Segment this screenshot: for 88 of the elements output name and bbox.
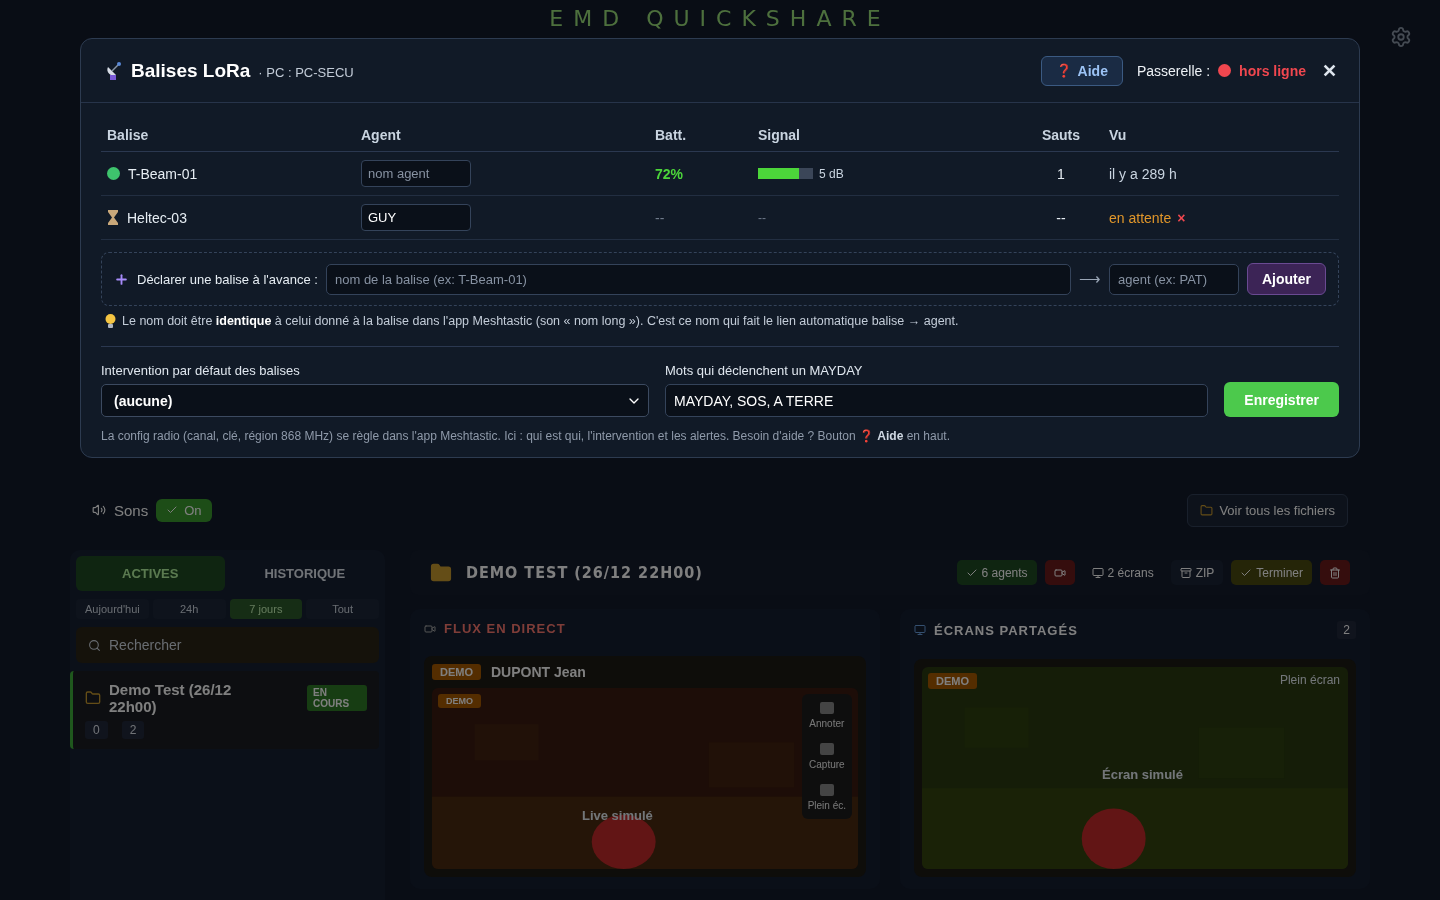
search-icon xyxy=(88,638,101,652)
video-tool[interactable]: Capture xyxy=(805,743,848,770)
session-card[interactable]: Demo Test (26/12 22h00) EN COURS 0 2 xyxy=(70,671,379,749)
session-stat: 2 xyxy=(121,721,145,739)
demo-badge: DEMO xyxy=(928,673,977,689)
check-icon xyxy=(166,504,179,516)
satellite-dish-icon xyxy=(105,60,123,81)
files-button[interactable]: Voir tous les fichiers xyxy=(1187,493,1348,527)
fullscreen-button[interactable]: Plein écran xyxy=(1279,673,1340,687)
last-seen: il y a 289 h xyxy=(1109,165,1177,182)
agent-name: DUPONT Jean xyxy=(491,664,586,680)
column-header: Signal xyxy=(752,117,1019,152)
column-header: Agent xyxy=(355,117,649,152)
session-action[interactable] xyxy=(1320,560,1350,585)
field-label: Intervention par défaut des balises xyxy=(101,363,301,378)
agent-field[interactable]: GUY xyxy=(361,204,471,231)
plus-icon xyxy=(114,271,129,287)
video-tool[interactable]: Annoter xyxy=(805,702,848,729)
hops-value: -- xyxy=(1056,209,1066,226)
column-header: Vu xyxy=(1103,117,1339,152)
demo-badge: DEMO xyxy=(432,664,481,680)
app-title: EMD QUICKSHARE xyxy=(549,6,891,33)
last-seen: en attente xyxy=(1109,209,1172,226)
signal-reading: 5 dB xyxy=(819,166,844,181)
folder-icon xyxy=(1200,503,1214,517)
field-label: Mots qui déclenchent un MAYDAY xyxy=(665,363,864,378)
demo-badge: DEMO xyxy=(438,694,481,708)
box-icon xyxy=(1179,566,1192,579)
session-action[interactable]: 6 agents xyxy=(956,560,1037,585)
session-action[interactable]: ZIP xyxy=(1170,560,1224,585)
settings-icon[interactable] xyxy=(1390,26,1412,48)
session-action[interactable]: Terminer xyxy=(1231,560,1312,585)
panel-title: FLUX EN DIRECT xyxy=(444,621,566,636)
column-header: Batt. xyxy=(649,117,752,152)
close-button[interactable]: ✕ xyxy=(1314,59,1337,82)
agent-field[interactable]: agent (ex: PAT) xyxy=(1109,263,1239,295)
intervention-select[interactable]: (aucune) xyxy=(101,384,649,417)
session-stat: 0 xyxy=(85,721,108,739)
camera-icon xyxy=(1053,566,1066,579)
battery-value: -- xyxy=(655,209,665,226)
sound-toggle[interactable]: On xyxy=(156,498,212,522)
session-action[interactable] xyxy=(1044,560,1075,585)
status-badge: EN COURS xyxy=(307,685,367,711)
lightbulb-icon xyxy=(105,314,116,328)
arrow-text: ⟶ xyxy=(1079,270,1101,288)
dialog-title: Balises LoRa xyxy=(131,59,251,82)
session-action[interactable]: 2 écrans xyxy=(1082,560,1163,585)
trash-icon xyxy=(1329,566,1341,579)
mayday-words-field[interactable]: MAYDAY, SOS, A TERRE xyxy=(665,384,1209,417)
video-caption: Live simulé xyxy=(582,808,653,823)
gateway-label: Passerelle : xyxy=(1136,62,1211,79)
add-button[interactable]: Ajouter xyxy=(1247,263,1326,295)
beacon-name-field[interactable]: nom de la balise (ex: T-Beam-01) xyxy=(326,263,1071,295)
battery-value: 72% xyxy=(655,165,684,182)
screen-caption: Écran simulé xyxy=(1102,767,1183,782)
folder-icon xyxy=(85,690,101,706)
signal-reading: -- xyxy=(758,210,766,225)
speaker-icon xyxy=(92,503,106,517)
dialog-subtitle: · PC : PC-SECU xyxy=(258,65,354,80)
beacon-name: T-Beam-01 xyxy=(128,165,198,182)
signal-meter xyxy=(758,168,813,179)
hops-value: 1 xyxy=(1057,165,1065,182)
column-header: Balise xyxy=(101,117,355,152)
sidebar-tab[interactable]: ACTIVES xyxy=(76,556,225,591)
search-field[interactable]: Rechercher xyxy=(76,627,379,663)
help-button[interactable]: ❓ Aide xyxy=(1040,55,1123,86)
declare-label: Déclarer une balise à l'avance : xyxy=(137,271,318,287)
monitor-icon xyxy=(914,624,926,636)
session-title: Demo Test (26/12 22h00) xyxy=(109,681,233,715)
hourglass-icon xyxy=(107,210,119,225)
session-title: DEMO TEST (26/12 22H00) xyxy=(466,563,703,582)
monitor-icon xyxy=(1091,566,1104,579)
screen-count: 2 xyxy=(1337,621,1356,639)
agent-field[interactable]: nom agent xyxy=(361,160,471,187)
period-filter[interactable]: 7 jours xyxy=(229,599,303,619)
video-tool[interactable]: Plein éc. xyxy=(805,784,848,811)
hint-text: Le nom doit être identique à celui donné à la balise dans l'app Meshtastic (son « nom long »). C'est ce nom qui fait le lien automatique balise → agent. xyxy=(122,314,959,328)
footer-note: La config radio (canal, clé, région 868 MHz) se règle dans l'app Meshtastic. Ici : qui est qui, l'intervention et les alertes. Besoin d'aide ? Bouton ❓ Aide en haut. xyxy=(101,428,952,443)
status-dot xyxy=(107,167,120,180)
gateway-status: hors ligne xyxy=(1239,62,1306,79)
panel-title: ÉCRANS PARTAGÉS xyxy=(934,622,1078,638)
sounds-label: Sons xyxy=(114,501,149,519)
column-header: Sauts xyxy=(1019,117,1103,152)
camera-icon xyxy=(424,622,436,635)
sidebar-tab[interactable]: HISTORIQUE xyxy=(230,556,379,591)
folder-icon xyxy=(430,561,452,584)
remove-button[interactable]: × xyxy=(1177,209,1186,226)
beacon-name: Heltec-03 xyxy=(127,209,187,226)
